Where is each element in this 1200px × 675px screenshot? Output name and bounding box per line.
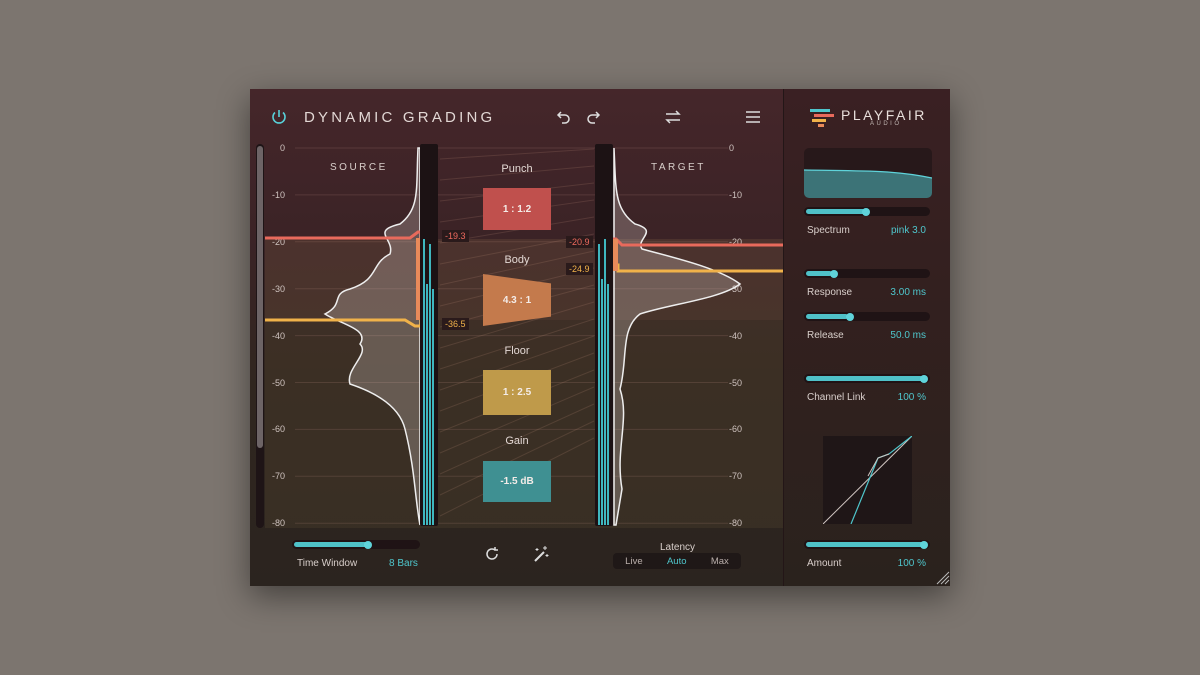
- playfair-logo: [810, 107, 836, 134]
- channel-link-slider[interactable]: [804, 374, 930, 383]
- release-slider[interactable]: [804, 312, 930, 321]
- latency-option-live[interactable]: Live: [625, 556, 642, 567]
- reset-icon[interactable]: [484, 546, 500, 562]
- band-label-gain: Gain: [505, 435, 529, 447]
- amount-slider[interactable]: [804, 540, 930, 549]
- channel-link-label: Channel Link: [807, 392, 866, 403]
- sidebar: PLAYFAIR AUDIO Spectrum pink 3.0 Response 3…: [783, 89, 950, 586]
- latency-option-auto[interactable]: Auto: [667, 556, 687, 567]
- spectrum-value: pink 3.0: [890, 225, 926, 236]
- transfer-curve-display: [823, 436, 912, 524]
- slider-fill: [806, 209, 865, 214]
- logo-icon: [810, 109, 834, 127]
- latency-label: Latency: [660, 542, 696, 553]
- response-value: 3.00 ms: [890, 287, 926, 298]
- brand-sub: AUDIO: [870, 121, 902, 127]
- target-floor-threshold[interactable]: -24.9: [566, 263, 593, 275]
- channel-link-value: 100 %: [897, 392, 926, 403]
- time-window-label: Time Window: [297, 558, 358, 569]
- slider-fill: [806, 314, 848, 319]
- punch-ratio-control[interactable]: 1 : 1.2: [483, 188, 551, 230]
- release-value: 50.0 ms: [890, 330, 926, 341]
- spectrum-display: [804, 148, 932, 198]
- slider-knob[interactable]: [920, 540, 928, 549]
- latency-selector: Live Auto Max: [613, 553, 741, 569]
- source-punch-threshold[interactable]: -19.3: [442, 230, 469, 242]
- slider-fill: [806, 376, 924, 381]
- slider-knob[interactable]: [830, 269, 838, 278]
- magic-wand-icon[interactable]: [532, 545, 550, 563]
- source-floor-threshold[interactable]: -36.5: [442, 318, 469, 330]
- time-window-slider[interactable]: [292, 540, 420, 549]
- floor-ratio-control[interactable]: 1 : 2.5: [483, 370, 551, 415]
- time-window-value: 8 Bars: [389, 558, 418, 569]
- band-label-floor: Floor: [504, 345, 530, 357]
- response-label: Response: [807, 287, 853, 298]
- resize-handle-icon[interactable]: [934, 569, 950, 585]
- response-slider[interactable]: [804, 269, 930, 278]
- mapping-line: [439, 148, 595, 160]
- target-label: TARGET: [651, 162, 706, 173]
- slider-knob[interactable]: [846, 312, 854, 321]
- gain-control[interactable]: -1.5 dB: [483, 461, 551, 502]
- slider-knob[interactable]: [920, 374, 928, 383]
- band-label-punch: Punch: [501, 163, 533, 175]
- spectrum-label: Spectrum: [807, 225, 850, 236]
- release-label: Release: [807, 330, 844, 341]
- spectrum-slider[interactable]: [804, 207, 930, 216]
- source-label: SOURCE: [330, 162, 388, 173]
- slider-knob[interactable]: [862, 207, 870, 216]
- slider-fill: [806, 271, 832, 276]
- amount-label: Amount: [807, 558, 842, 569]
- target-punch-threshold[interactable]: -20.9: [566, 236, 593, 248]
- band-label-body: Body: [504, 254, 530, 266]
- plugin-window: DYNAMIC GRADING 0 -10 -20 -30 -40 -50 -60 -70 -8…: [250, 89, 950, 586]
- slider-fill: [806, 542, 924, 547]
- latency-option-max[interactable]: Max: [711, 556, 729, 567]
- amount-value: 100 %: [897, 558, 926, 569]
